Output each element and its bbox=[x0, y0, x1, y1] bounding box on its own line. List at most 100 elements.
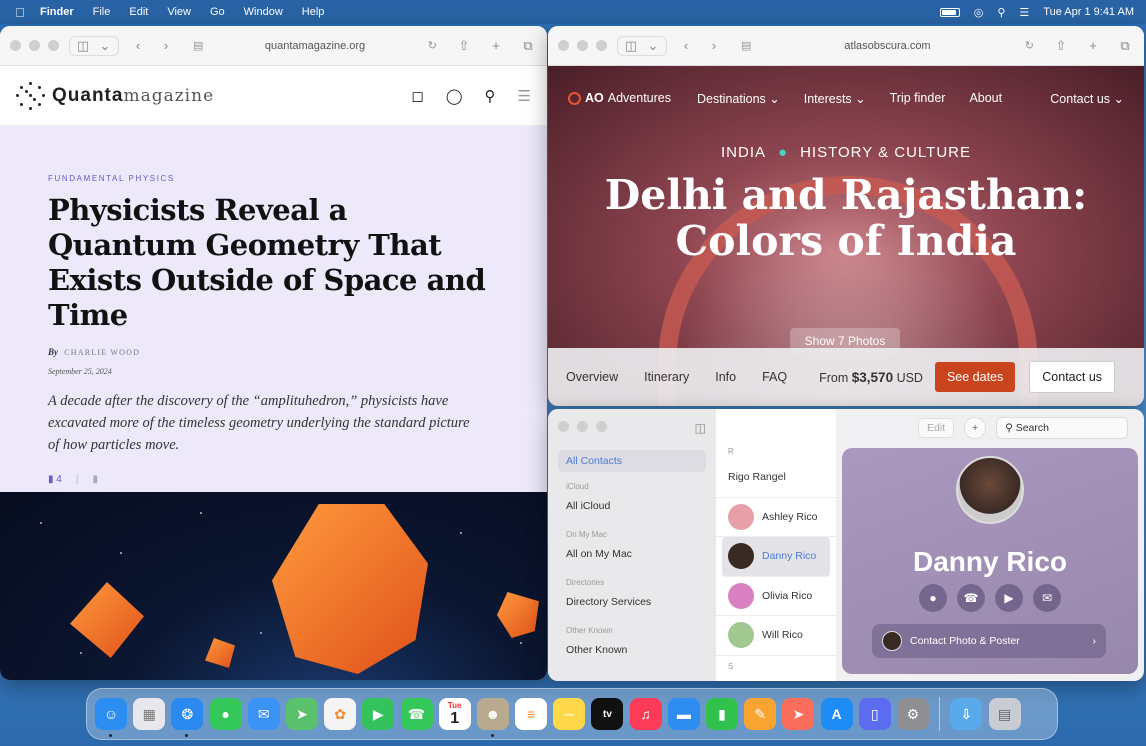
account-icon[interactable]: ◯ bbox=[446, 87, 463, 105]
sidebar-item-other-known[interactable]: Other Known bbox=[558, 641, 706, 670]
chevron-down-icon[interactable]: ⌄ bbox=[644, 38, 662, 54]
tv-icon[interactable]: tv bbox=[591, 698, 623, 730]
back-icon[interactable]: ‹ bbox=[129, 38, 147, 53]
list-item[interactable]: Ashley Rico bbox=[716, 498, 836, 538]
back-icon[interactable]: ‹ bbox=[677, 38, 695, 53]
search-field[interactable]: ⚲ Search bbox=[996, 417, 1128, 439]
reminders-icon[interactable]: ≡ bbox=[515, 698, 547, 730]
maps-icon[interactable]: ➤ bbox=[286, 698, 318, 730]
sidebar-toggle-icon[interactable]: ◫ bbox=[695, 421, 706, 435]
menu-edit[interactable]: Edit bbox=[129, 6, 148, 18]
minimize-button[interactable] bbox=[29, 40, 40, 51]
zoom-button[interactable] bbox=[48, 40, 59, 51]
nav-about[interactable]: About bbox=[969, 91, 1002, 106]
control-center-icon[interactable]: ☰ bbox=[1019, 6, 1029, 19]
list-item-selected[interactable]: Danny Rico bbox=[722, 537, 830, 577]
menu-app-finder[interactable]: Finder bbox=[40, 6, 74, 18]
zoom-button[interactable] bbox=[596, 40, 607, 51]
share-icon[interactable]: ⇧ bbox=[1052, 38, 1070, 54]
contact-us-button[interactable]: Contact us bbox=[1029, 361, 1115, 393]
wifi-icon[interactable]: ◎ bbox=[974, 6, 984, 19]
notes-icon[interactable]: ─ bbox=[553, 698, 585, 730]
sidebar-item-all-icloud[interactable]: All iCloud bbox=[558, 497, 706, 526]
page-settings-icon[interactable]: ▤ bbox=[193, 39, 203, 52]
ao-adventures-logo[interactable]: AOAdventures bbox=[568, 91, 671, 105]
address-bar[interactable]: ▤ quantamagazine.org ↻ bbox=[185, 34, 445, 58]
address-bar[interactable]: ▤ atlasobscura.com ↻ bbox=[733, 34, 1042, 58]
share-icon[interactable]: ⇧ bbox=[455, 38, 473, 54]
battery-icon[interactable] bbox=[940, 8, 960, 17]
sidebar-toggle-group[interactable]: ◫ ⌄ bbox=[69, 36, 119, 56]
list-item[interactable]: Rigo Rangel bbox=[716, 458, 836, 498]
rocket-icon[interactable]: ➤ bbox=[782, 698, 814, 730]
numbers-icon[interactable]: ▮ bbox=[706, 698, 738, 730]
menu-clock[interactable]: Tue Apr 1 9:41 AM bbox=[1043, 6, 1134, 18]
sidebar-toggle-group[interactable]: ◫ ⌄ bbox=[617, 36, 667, 56]
quanta-logo-text[interactable]: Quantamagazine bbox=[52, 85, 214, 107]
nav-trip-finder[interactable]: Trip finder bbox=[890, 91, 946, 106]
new-tab-icon[interactable]: + bbox=[487, 38, 505, 54]
calendar-icon[interactable]: Tue 1 bbox=[439, 698, 471, 730]
menu-help[interactable]: Help bbox=[302, 6, 325, 18]
menu-go[interactable]: Go bbox=[210, 6, 225, 18]
keynote-icon[interactable]: ▬ bbox=[668, 698, 700, 730]
trash-icon[interactable]: ▤ bbox=[989, 698, 1021, 730]
list-item[interactable]: Olivia Rico bbox=[716, 577, 836, 617]
save-bookmark-icon[interactable]: ▮ bbox=[92, 474, 98, 485]
menu-icon[interactable]: ☰ bbox=[518, 87, 531, 105]
forward-icon[interactable]: › bbox=[705, 38, 723, 53]
comments-link[interactable]: ▮ 4 bbox=[48, 474, 62, 485]
sidebar-item-directory-services[interactable]: Directory Services bbox=[558, 593, 706, 622]
zoom-button[interactable] bbox=[596, 421, 607, 432]
menu-view[interactable]: View bbox=[167, 6, 191, 18]
search-icon[interactable]: ⚲ bbox=[485, 87, 496, 105]
video-icon[interactable]: ▶ bbox=[995, 584, 1023, 612]
sidebar-icon[interactable]: ◫ bbox=[74, 38, 92, 54]
new-tab-icon[interactable]: + bbox=[1084, 38, 1102, 54]
contact-photo-poster-row[interactable]: Contact Photo & Poster › bbox=[872, 624, 1106, 658]
contacts-icon[interactable]: ☻ bbox=[477, 698, 509, 730]
music-icon[interactable]: ♫ bbox=[630, 698, 662, 730]
forward-icon[interactable]: › bbox=[157, 38, 175, 53]
downloads-folder-icon[interactable]: ⇩ bbox=[950, 698, 982, 730]
messages-icon[interactable]: ● bbox=[210, 698, 242, 730]
iphone-mirroring-icon[interactable]: ▯ bbox=[859, 698, 891, 730]
pages-icon[interactable]: ✎ bbox=[744, 698, 776, 730]
tab-itinerary[interactable]: Itinerary bbox=[644, 370, 689, 384]
phone-icon[interactable]: ☎ bbox=[401, 698, 433, 730]
spotlight-search-icon[interactable]: ⚲ bbox=[997, 6, 1005, 19]
close-button[interactable] bbox=[558, 421, 569, 432]
apple-menu-icon[interactable]:  bbox=[0, 5, 40, 20]
mail-icon[interactable]: ✉ bbox=[248, 698, 280, 730]
chevron-down-icon[interactable]: ⌄ bbox=[96, 38, 114, 54]
see-dates-button[interactable]: See dates bbox=[935, 362, 1015, 392]
tab-overview-icon[interactable]: ⧉ bbox=[519, 38, 537, 54]
close-button[interactable] bbox=[558, 40, 569, 51]
nav-interests[interactable]: Interests ⌄ bbox=[804, 91, 866, 106]
minimize-button[interactable] bbox=[577, 421, 588, 432]
finder-icon[interactable]: ☺ bbox=[95, 698, 127, 730]
article-kicker[interactable]: FUNDAMENTAL PHYSICS bbox=[48, 174, 499, 183]
safari-icon[interactable]: ❂ bbox=[171, 698, 203, 730]
photos-icon[interactable]: ✿ bbox=[324, 698, 356, 730]
translate-reload-icon[interactable]: ↻ bbox=[428, 39, 437, 52]
menu-file[interactable]: File bbox=[93, 6, 111, 18]
byline-author[interactable]: CHARLIE WOOD bbox=[64, 348, 140, 357]
tab-overview[interactable]: Overview bbox=[566, 370, 618, 384]
sidebar-item-all-on-my-mac[interactable]: All on My Mac bbox=[558, 545, 706, 574]
launchpad-icon[interactable]: ▦ bbox=[133, 698, 165, 730]
add-contact-button[interactable]: + bbox=[964, 417, 986, 439]
mail-icon[interactable]: ✉ bbox=[1033, 584, 1061, 612]
tab-faq[interactable]: FAQ bbox=[762, 370, 787, 384]
page-settings-icon[interactable]: ▤ bbox=[741, 39, 751, 52]
quanta-logo-icon[interactable] bbox=[16, 81, 46, 111]
system-settings-icon[interactable]: ⚙ bbox=[897, 698, 929, 730]
phone-icon[interactable]: ☎ bbox=[957, 584, 985, 612]
sidebar-item-all-contacts[interactable]: All Contacts bbox=[558, 450, 706, 472]
message-icon[interactable]: ● bbox=[919, 584, 947, 612]
minimize-button[interactable] bbox=[577, 40, 588, 51]
menu-window[interactable]: Window bbox=[244, 6, 283, 18]
bookmark-icon[interactable]: ◻ bbox=[411, 87, 423, 105]
sidebar-icon[interactable]: ◫ bbox=[622, 38, 640, 54]
tab-overview-icon[interactable]: ⧉ bbox=[1116, 38, 1134, 54]
